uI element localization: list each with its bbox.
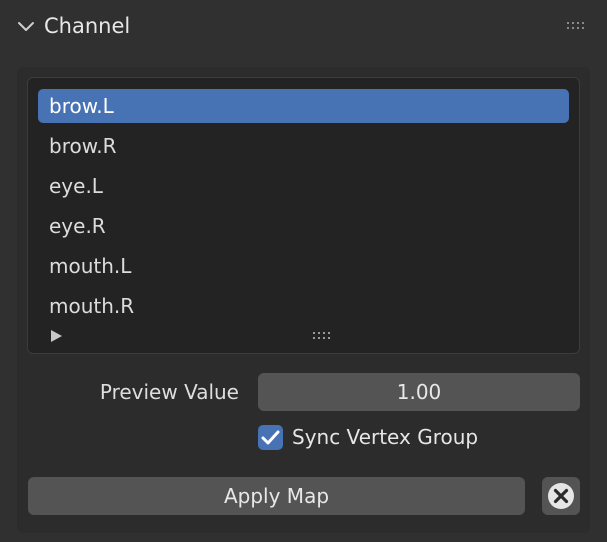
checkmark-icon [261,430,280,445]
list-item[interactable]: brow.L [38,89,569,123]
x-circle-icon [548,483,574,509]
list-item[interactable]: mouth.L [38,249,569,283]
channel-list[interactable]: brow.L brow.R eye.L eye.R mouth.L mouth.… [27,77,580,354]
triangle-right-icon[interactable] [49,329,63,343]
panel-title: Channel [44,14,131,38]
sync-vertex-group-label: Sync Vertex Group [292,425,479,449]
preview-value-label: Preview Value [99,380,239,404]
drag-handle-icon[interactable] [566,18,588,34]
apply-map-button[interactable]: Apply Map [28,477,525,515]
resize-grip-icon[interactable] [311,329,335,343]
chevron-down-icon[interactable] [16,17,36,37]
list-item[interactable]: eye.R [38,209,569,243]
list-item[interactable]: brow.R [38,129,569,163]
clear-button[interactable] [542,477,580,515]
list-item[interactable]: eye.L [38,169,569,203]
sync-vertex-group-checkbox[interactable] [258,425,283,450]
list-item[interactable]: mouth.R [38,289,569,323]
preview-value-field[interactable]: 1.00 [258,373,580,411]
panel-header[interactable]: Channel [0,0,607,54]
